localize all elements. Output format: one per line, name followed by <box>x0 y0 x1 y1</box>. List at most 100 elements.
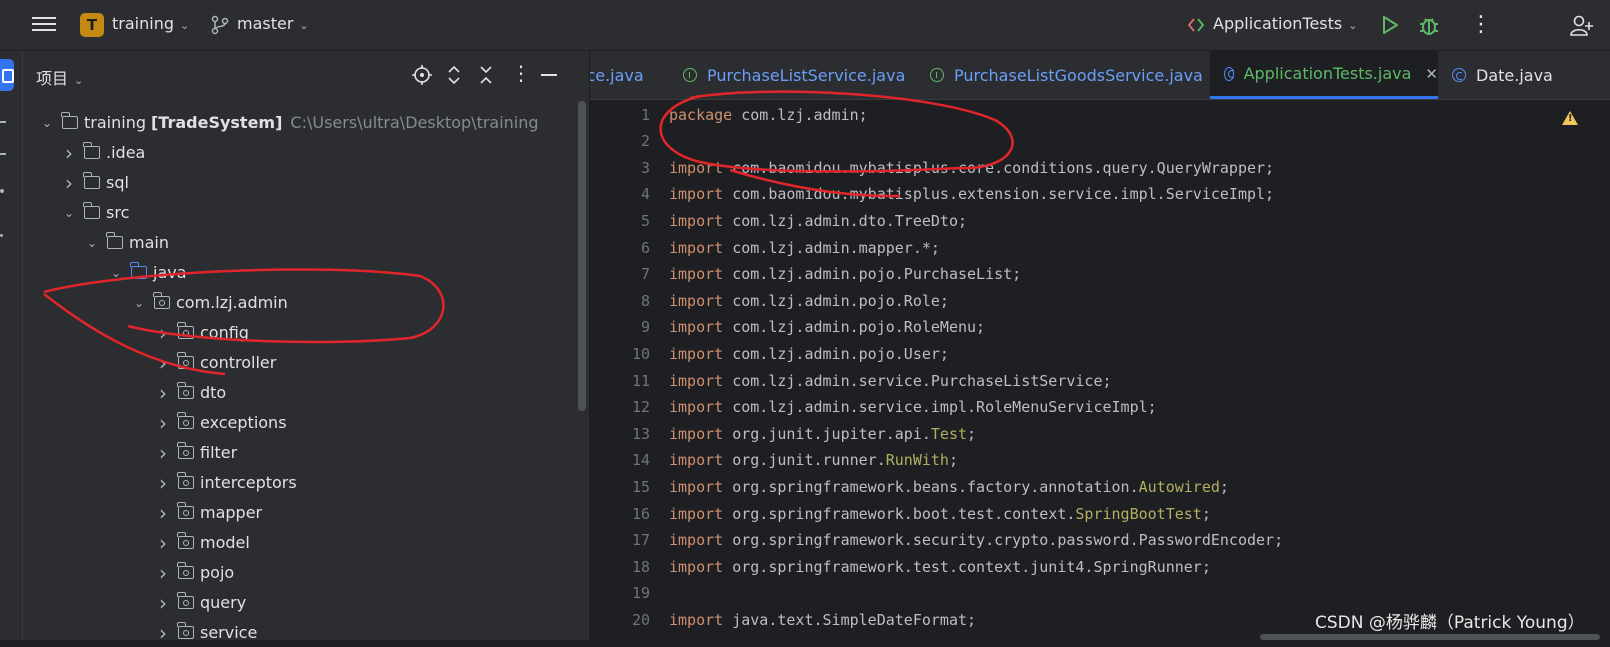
code-line: 11 import com.lzj.admin.service.PurchaseL… <box>590 367 1610 394</box>
editor-tab-active[interactable]: ApplicationTests.java ✕ <box>1210 51 1438 99</box>
tree-item[interactable]: › config <box>154 318 249 347</box>
hide-panel-icon[interactable] <box>541 74 557 76</box>
chevron-right-icon[interactable]: › <box>154 591 172 615</box>
options-icon[interactable]: ⋮ <box>511 61 531 85</box>
project-selector[interactable]: training ⌄ <box>112 14 189 33</box>
tree-item[interactable]: ⌄ src <box>60 198 129 227</box>
code-tail: ; <box>948 451 958 470</box>
tool-icon[interactable] <box>0 121 6 123</box>
tree-item-label: exceptions <box>200 413 287 432</box>
code-tail: ; <box>1201 504 1211 523</box>
package-icon <box>177 382 194 399</box>
add-user-icon[interactable] <box>1570 13 1594 37</box>
keyword: import <box>669 238 724 257</box>
chevron-right-icon[interactable]: › <box>154 381 172 405</box>
code-body: org.springframework.beans.factory.annota… <box>723 477 1139 496</box>
keyword: import <box>669 451 724 470</box>
line-number: 16 <box>631 504 650 523</box>
chevron-right-icon[interactable]: › <box>154 441 172 465</box>
code-line: 19 <box>590 580 1610 607</box>
tree-item-label: main <box>129 233 169 252</box>
main-menu-icon[interactable] <box>32 13 56 35</box>
tree-item[interactable]: › query <box>154 588 246 617</box>
chevron-right-icon[interactable]: › <box>154 351 172 375</box>
line-number: 14 <box>631 451 650 470</box>
editor-tab[interactable]: PurchaseListService.java <box>683 51 905 99</box>
tree-item[interactable]: ⌄ java <box>107 258 187 287</box>
close-tab-icon[interactable]: ✕ <box>1425 65 1438 83</box>
tree-item[interactable]: › mapper <box>154 498 262 527</box>
chevron-right-icon[interactable]: › <box>60 141 78 165</box>
tree-item[interactable]: › service <box>154 618 257 647</box>
line-number: 7 <box>640 265 650 284</box>
chevron-right-icon[interactable]: › <box>154 321 172 345</box>
tool-icon[interactable] <box>0 234 3 237</box>
debug-icon[interactable] <box>1418 13 1440 37</box>
chevron-right-icon[interactable]: › <box>154 531 172 555</box>
tree-item[interactable]: ⌄ main <box>83 228 169 257</box>
project-panel-title[interactable]: 项目 ⌄ <box>36 65 83 89</box>
tree-item[interactable]: ⌄ com.lzj.admin <box>130 288 288 317</box>
tree-item[interactable]: › exceptions <box>154 408 287 437</box>
tree-item[interactable]: › dto <box>154 378 226 407</box>
keyword: import <box>669 291 724 310</box>
editor-tab[interactable]: PurchaseListGoodsService.java <box>930 51 1203 99</box>
keyword: import <box>669 185 724 204</box>
project-badge[interactable]: T <box>80 13 104 37</box>
chevron-down-icon[interactable]: ⌄ <box>38 116 56 130</box>
chevron-down-icon[interactable]: ⌄ <box>107 266 125 280</box>
chevron-right-icon[interactable]: › <box>154 501 172 525</box>
tree-item[interactable]: › sql <box>60 168 129 197</box>
tree-item-label: interceptors <box>200 473 297 492</box>
tree-item[interactable]: › pojo <box>154 558 234 587</box>
module-icon <box>61 112 78 129</box>
code-text: import com.lzj.admin.pojo.User; <box>669 345 949 363</box>
package-icon <box>177 622 194 639</box>
expand-all-icon[interactable] <box>445 64 463 86</box>
tool-icon[interactable] <box>0 153 6 155</box>
tree-item[interactable]: › .idea <box>60 138 145 167</box>
collapse-all-icon[interactable] <box>477 64 495 86</box>
tree-item[interactable]: › interceptors <box>154 468 297 497</box>
code-text: import org.junit.jupiter.api.Test; <box>669 425 976 443</box>
code-body: java.text.SimpleDateFormat; <box>723 610 977 629</box>
line-number: 20 <box>631 610 650 629</box>
code-text: import com.lzj.admin.mapper.*; <box>669 239 940 257</box>
tree-item-label: query <box>200 593 247 612</box>
run-icon[interactable] <box>1381 15 1399 35</box>
tree-item[interactable]: › controller <box>154 348 276 377</box>
chevron-down-icon: ⌄ <box>299 19 309 32</box>
run-config-icon <box>1187 18 1205 32</box>
editor-tab[interactable]: Date.java <box>1452 51 1553 99</box>
branch-selector[interactable]: master ⌄ <box>237 14 309 33</box>
code-tail: ; <box>967 424 977 443</box>
chevron-down-icon: ⌄ <box>179 19 190 32</box>
class-icon <box>1224 66 1234 81</box>
chevron-right-icon[interactable]: › <box>154 621 172 645</box>
chevron-right-icon[interactable]: › <box>60 171 78 195</box>
tool-icon[interactable] <box>0 189 4 193</box>
tree-item[interactable]: ⌄ training [TradeSystem] C:\Users\ultra\Des… <box>38 108 539 137</box>
chevron-down-icon[interactable]: ⌄ <box>83 236 101 250</box>
locate-file-icon[interactable] <box>411 64 433 86</box>
project-tree-scrollbar[interactable] <box>578 101 586 411</box>
chevron-right-icon[interactable]: › <box>154 411 172 435</box>
chevron-down-icon[interactable]: ⌄ <box>60 206 78 220</box>
tree-item[interactable]: › model <box>154 528 250 557</box>
tree-item[interactable]: › filter <box>154 438 237 467</box>
project-tool-icon[interactable] <box>0 59 14 91</box>
chevron-right-icon[interactable]: › <box>154 471 172 495</box>
code-body: org.junit.runner. <box>723 451 886 470</box>
line-number: 9 <box>640 318 650 337</box>
annotation-name: SpringBootTest <box>1075 504 1202 523</box>
editor-tab[interactable]: ice.java <box>590 51 644 99</box>
run-config-selector[interactable]: ApplicationTests ⌄ <box>1213 14 1357 33</box>
keyword: import <box>669 557 724 576</box>
warning-icon[interactable] <box>1562 111 1578 125</box>
more-actions-icon[interactable]: ⋮ <box>1470 12 1492 37</box>
editor-horizontal-scrollbar[interactable] <box>1260 634 1600 640</box>
chevron-down-icon[interactable]: ⌄ <box>130 296 148 310</box>
chevron-right-icon[interactable]: › <box>154 561 172 585</box>
tab-label: ApplicationTests.java <box>1243 64 1412 83</box>
code-editor[interactable]: 1 package com.lzj.admin; 2 3 import com.baom… <box>590 100 1610 640</box>
